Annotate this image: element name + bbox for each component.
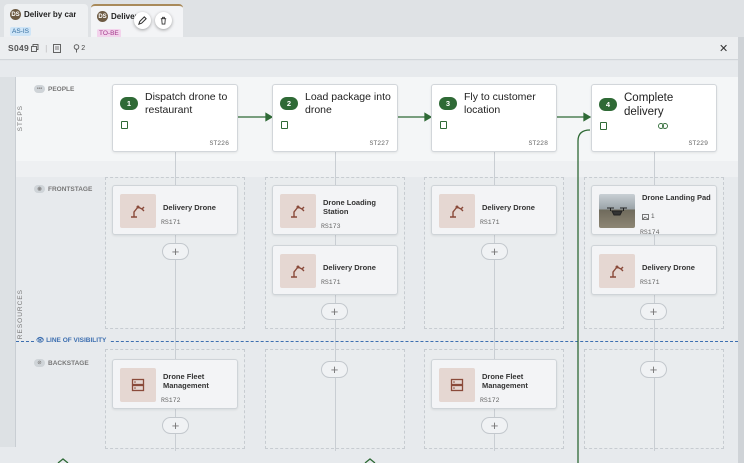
add-resource-button[interactable]: + [481, 243, 508, 260]
edit-button[interactable] [134, 12, 151, 29]
step-title: Load package into drone [305, 91, 391, 116]
blueprint-canvas: STEPS RESOURCES ••• PEOPLE ◉ FRONTSTAGE … [0, 61, 738, 463]
step-title: Complete delivery [624, 92, 674, 118]
step-number: 4 [599, 98, 617, 111]
robot-arm-icon [450, 205, 464, 218]
resource-name: Delivery Drone [163, 203, 216, 212]
add-resource-button[interactable]: + [321, 303, 348, 320]
resource-card-delivery-drone[interactable]: Delivery Drone RS171 [112, 185, 238, 235]
status-badge: AS-IS [10, 27, 31, 36]
add-resource-button[interactable]: + [321, 361, 348, 378]
server-icon [450, 378, 464, 392]
tab-deliver-by-car[interactable]: DS Deliver by car AS-IS [4, 4, 88, 37]
resource-photo [599, 194, 635, 228]
resource-thumbnail [280, 254, 316, 288]
resource-name: Drone Fleet Management [163, 372, 209, 390]
resource-thumbnail [120, 368, 156, 402]
resource-name: Drone Fleet Management [482, 372, 528, 390]
toolbar: S049 | 2 [0, 37, 738, 60]
resource-name: Delivery Drone [323, 263, 376, 272]
resource-card-delivery-drone[interactable]: Delivery Drone RS171 [272, 245, 398, 295]
drone-icon [607, 207, 627, 216]
resource-code: RS171 [161, 219, 181, 226]
image-count: 1 [642, 213, 655, 220]
step-number: 1 [120, 97, 138, 110]
step-card-1[interactable]: 1 Dispatch drone to restaurant ST226 [112, 84, 238, 152]
step-code: ST227 [369, 140, 389, 147]
link-icon[interactable] [658, 123, 668, 129]
tab-title: Deliver by car [24, 10, 77, 19]
resource-name: Delivery Drone [482, 203, 535, 212]
vertical-scrollbar[interactable] [738, 37, 744, 463]
add-resource-button[interactable]: + [481, 417, 508, 434]
document-icon[interactable] [53, 43, 62, 53]
edit-icon [138, 16, 147, 25]
add-resource-button[interactable]: + [640, 361, 667, 378]
step-title: Fly to customer location [464, 91, 536, 116]
tab-tools [134, 12, 172, 29]
image-icon [642, 213, 649, 220]
resource-thumbnail [439, 194, 475, 228]
divider: | [45, 43, 48, 53]
copy-icon[interactable] [31, 44, 39, 52]
resource-code: RS171 [480, 219, 500, 226]
service-code: S049 [8, 43, 30, 53]
step-code: ST228 [528, 140, 548, 147]
resource-name: Delivery Drone [642, 263, 695, 272]
server-icon [131, 378, 145, 392]
resource-card-drone-fleet-management[interactable]: Drone Fleet Management RS172 [431, 359, 557, 409]
resource-card-delivery-drone[interactable]: Delivery Drone RS171 [431, 185, 557, 235]
resource-code: RS172 [161, 397, 181, 404]
step-number: 2 [280, 97, 298, 110]
step-card-4[interactable]: 4 Complete delivery ST229 [591, 84, 717, 152]
resource-code: RS173 [321, 223, 341, 230]
resource-thumbnail [120, 194, 156, 228]
document-icon[interactable] [281, 121, 288, 129]
step-code: ST229 [688, 140, 708, 147]
resource-name: Drone Loading Station [323, 198, 376, 216]
add-resource-button[interactable]: + [162, 243, 189, 260]
step-number: 3 [439, 97, 457, 110]
resource-card-drone-fleet-management[interactable]: Drone Fleet Management RS172 [112, 359, 238, 409]
delete-button[interactable] [155, 12, 172, 29]
robot-arm-icon [291, 205, 305, 218]
add-resource-button[interactable]: + [162, 417, 189, 434]
resource-code: RS174 [640, 229, 660, 236]
document-icon[interactable] [121, 121, 128, 129]
avatar: DS [97, 11, 108, 22]
robot-arm-icon [131, 205, 145, 218]
pin-count[interactable]: 2 [73, 43, 85, 53]
robot-arm-icon [610, 265, 624, 278]
resource-card-drone-loading-station[interactable]: Drone Loading Station RS173 [272, 185, 398, 235]
close-icon: ✕ [719, 43, 729, 55]
step-card-3[interactable]: 3 Fly to customer location ST228 [431, 84, 557, 152]
close-button[interactable]: ✕ [719, 42, 728, 55]
add-resource-button[interactable]: + [640, 303, 667, 320]
resource-thumbnail [280, 194, 316, 228]
pin-icon [74, 43, 80, 52]
document-icon[interactable] [440, 121, 447, 129]
resource-code: RS171 [321, 279, 341, 286]
robot-arm-icon [291, 265, 305, 278]
resource-card-delivery-drone[interactable]: Delivery Drone RS171 [591, 245, 717, 295]
step-title: Dispatch drone to restaurant [145, 91, 228, 116]
trash-icon [160, 16, 167, 25]
step-card-2[interactable]: 2 Load package into drone ST227 [272, 84, 398, 152]
resource-card-drone-landing-pad[interactable]: Drone Landing Pad 1 RS174 [591, 185, 717, 236]
resource-code: RS172 [480, 397, 500, 404]
resource-name: Drone Landing Pad [642, 193, 711, 202]
document-icon[interactable] [600, 122, 607, 130]
resource-code: RS171 [640, 279, 660, 286]
avatar: DS [10, 9, 21, 20]
resource-thumbnail [599, 254, 635, 288]
step-code: ST226 [209, 140, 229, 147]
resource-thumbnail [439, 368, 475, 402]
